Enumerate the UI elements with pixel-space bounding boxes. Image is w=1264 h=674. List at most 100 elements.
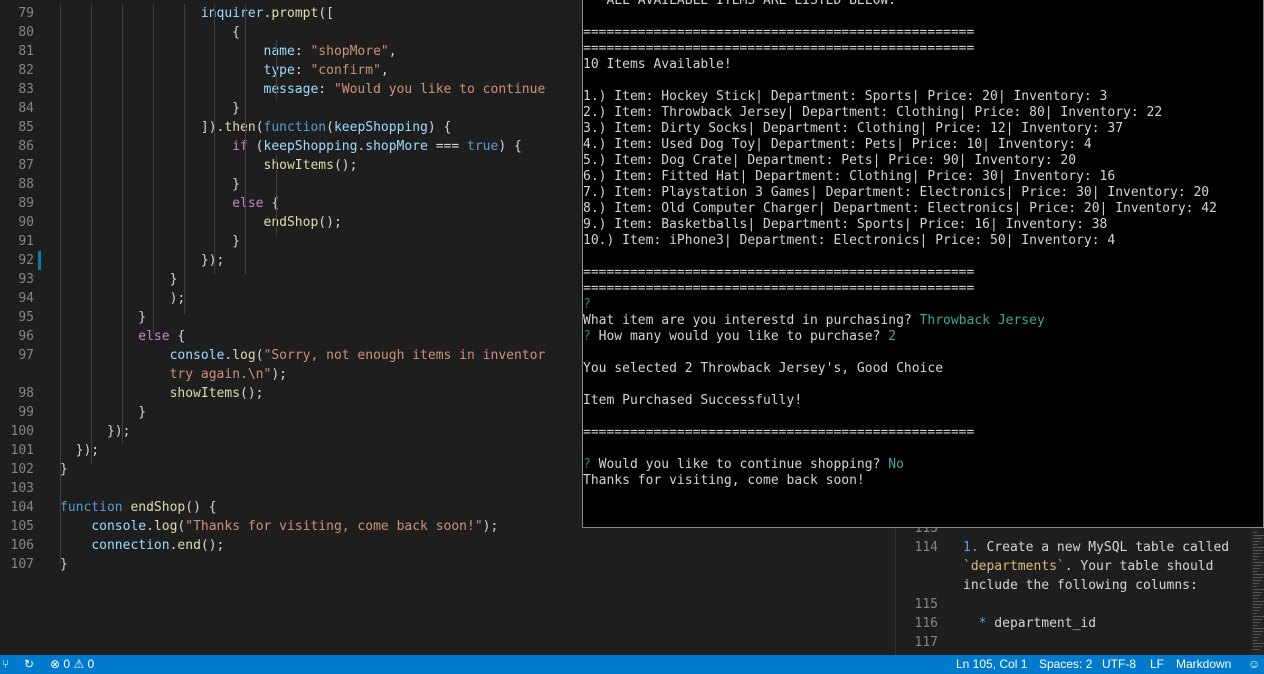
- markdown-editor[interactable]: 113 114 1. Create a new MySQL table called…: [895, 528, 1264, 655]
- code-token: 10 Items Available!: [583, 57, 732, 72]
- code-token: Create a new MySQL table called: [978, 540, 1230, 555]
- minimap-line: [1253, 559, 1257, 560]
- code-token: connection: [91, 538, 170, 553]
- code-token: ();: [333, 158, 358, 173]
- indentation-setting[interactable]: Spaces: 2: [1039, 655, 1092, 674]
- code-token: });: [60, 443, 100, 458]
- terminal-line: What item are you interestd in purchasin…: [583, 313, 1045, 329]
- code-token: 7.) Item: Playstation 3 Games| Departmen…: [583, 185, 1210, 200]
- error-count: 0: [63, 657, 71, 671]
- markdown-text: * department_id: [963, 614, 1096, 633]
- line-number: 103: [10, 481, 34, 496]
- line-number: 88: [18, 177, 34, 192]
- minimap-line: [1253, 598, 1258, 599]
- minimap-line: [1253, 571, 1258, 572]
- terminal-line: ========================================…: [583, 281, 974, 297]
- line-number: 86: [18, 139, 34, 154]
- code-token: .: [146, 519, 154, 534]
- line-number: 95: [18, 310, 34, 325]
- line-number: 91: [18, 234, 34, 249]
- code-token: ();: [240, 386, 264, 401]
- code-token: 6.) Item: Fitted Hat| Department: Clothi…: [583, 169, 1116, 184]
- git-branch-icon[interactable]: ⑂: [2, 655, 9, 674]
- code-token: );: [271, 367, 287, 382]
- minimap-line: [1253, 595, 1260, 596]
- code-token: ?: [583, 457, 591, 472]
- problems-indicator[interactable]: ⊗ 0 ⚠ 0: [50, 655, 94, 674]
- code-token: (: [255, 120, 264, 135]
- terminal-line: You selected 2 Throwback Jersey's, Good …: [583, 361, 943, 377]
- terminal-line: 3.) Item: Dirty Socks| Department: Cloth…: [583, 121, 1123, 137]
- code-text: else {: [60, 194, 279, 213]
- code-token: "shopMore": [310, 44, 389, 59]
- terminal-line: 6.) Item: Fitted Hat| Department: Clothi…: [583, 169, 1115, 185]
- code-token: name: [263, 44, 295, 59]
- indent-guide: [184, 4, 185, 314]
- code-token: ();: [318, 215, 342, 230]
- line-number: 92: [18, 253, 34, 268]
- code-token: "Would you like to continue: [333, 82, 546, 97]
- minimap-line: [1253, 583, 1259, 584]
- terminal-line: Item Purchased Successfully!: [583, 393, 802, 409]
- indent-guide: [276, 40, 277, 100]
- eol-setting[interactable]: LF: [1150, 655, 1164, 674]
- code-text: }: [60, 460, 68, 479]
- code-token: }: [60, 234, 241, 249]
- line-number: 113: [914, 528, 938, 536]
- code-token: :: [294, 44, 311, 59]
- code-text: }: [60, 308, 146, 327]
- code-token: Throwback Jersey: [919, 313, 1045, 328]
- language-mode[interactable]: Markdown: [1176, 655, 1231, 674]
- code-text: name: "shopMore",: [60, 42, 397, 61]
- line-number: 98: [18, 386, 34, 401]
- code-text: }: [60, 99, 240, 118]
- code-token: inquirer: [200, 6, 264, 21]
- code-token: include the following columns:: [963, 578, 1198, 593]
- code-token: message: [263, 82, 319, 97]
- terminal-window[interactable]: ALL AVAILABLE ITEMS ARE LISTED BELOW: ===…: [582, 0, 1264, 528]
- line-number: 117: [914, 635, 938, 650]
- minimap-line: [1253, 532, 1257, 533]
- minimap-line: [1253, 538, 1262, 539]
- code-token: 1.) Item: Hockey Stick| Department: Spor…: [583, 89, 1108, 104]
- minimap-line: [1253, 631, 1263, 632]
- sync-icon[interactable]: ↻: [24, 655, 34, 674]
- code-token: ([: [318, 6, 334, 21]
- minimap-line: [1253, 580, 1261, 581]
- code-text: console.log("Sorry, not enough items in …: [60, 346, 546, 365]
- cursor-position[interactable]: Ln 105, Col 1: [956, 655, 1027, 674]
- smiley-icon[interactable]: ☺: [1248, 655, 1260, 674]
- code-token: No: [888, 457, 904, 472]
- line-number: 83: [18, 82, 34, 97]
- code-token: ) {: [498, 139, 522, 154]
- code-token: :: [294, 63, 311, 78]
- modified-line-indicator: [38, 251, 41, 270]
- minimap-line: [1253, 568, 1260, 569]
- encoding-setting[interactable]: UTF-8: [1102, 655, 1136, 674]
- code-text: if (keepShopping.shopMore === true) {: [60, 137, 522, 156]
- code-text: connection.end();: [60, 536, 224, 555]
- code-token: ();: [200, 538, 225, 553]
- minimap-line: [1253, 562, 1264, 563]
- code-text: }: [60, 232, 240, 251]
- terminal-line: 10.) Item: iPhone3| Department: Electron…: [583, 233, 1115, 249]
- minimap-line: [1253, 535, 1264, 536]
- code-token: ========================================…: [583, 25, 975, 40]
- minimap-line: [1253, 613, 1257, 614]
- code-token: showItems: [263, 158, 334, 173]
- code-token: endShop: [263, 215, 319, 230]
- terminal-line: 7.) Item: Playstation 3 Games| Departmen…: [583, 185, 1209, 201]
- minimap[interactable]: [1251, 528, 1264, 655]
- code-token: ========================================…: [583, 281, 975, 296]
- code-token: department_id: [986, 616, 1097, 631]
- code-token: 2.) Item: Throwback Jersey| Department: …: [583, 105, 1163, 120]
- code-token: }: [60, 272, 178, 287]
- minimap-line: [1253, 625, 1258, 626]
- code-token: }: [60, 101, 241, 116]
- code-token: ========================================…: [583, 41, 975, 56]
